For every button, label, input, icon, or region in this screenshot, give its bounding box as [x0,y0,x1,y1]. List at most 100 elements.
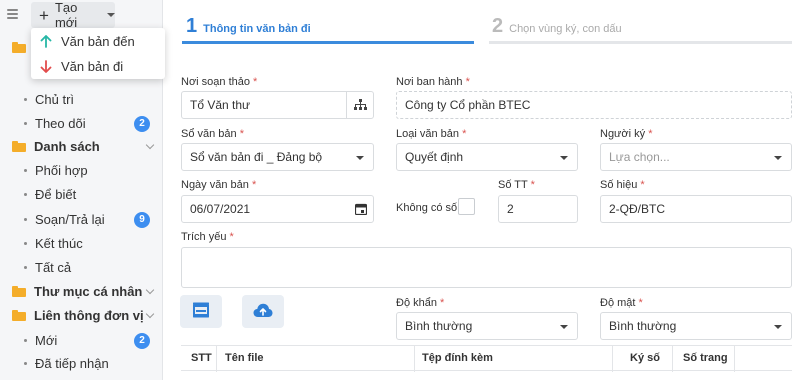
sidebar-item-phoi-hop[interactable]: Phối hợp [0,163,163,178]
create-new-button[interactable]: + Tạo mới [31,0,115,30]
step-2[interactable]: 2 Chọn vùng ký, con dấu [492,15,622,38]
sidebar-item-da-tiep-nhan[interactable]: Đã tiếp nhận [0,356,163,371]
sidebar-item-tat-ca[interactable]: Tất cả [0,260,163,275]
arrow-up-icon [39,35,53,48]
noi-ban-hanh-field[interactable]: Công ty Cổ phần BTEC [396,91,792,119]
sidebar-item-theo-doi[interactable]: Theo dõi 2 [0,115,163,132]
noi-soan-thao-label: Nơi soạn thảo * [181,76,258,88]
section-danh-sach[interactable]: Danh sách [0,139,163,154]
nguoi-ky-label: Người ký * [600,128,653,140]
field-value: Sổ văn bản đi _ Đảng bộ [190,150,323,164]
count-badge: 9 [134,211,150,228]
column-divider [216,346,217,372]
section-lien-thong-don-vi[interactable]: Liên thông đơn vị [0,308,163,323]
sidebar-item-moi[interactable]: Mới 2 [0,332,163,349]
section-thu-muc-ca-nhan[interactable]: Thư mục cá nhân [0,284,163,299]
plus-icon: + [39,5,49,25]
bullet-icon [24,362,27,365]
scan-button[interactable] [180,295,222,328]
sidebar-item-chu-tri[interactable]: Chủ trì [0,92,163,107]
do-khan-label: Độ khẩn * [396,297,445,309]
calendar-icon[interactable] [354,203,368,218]
create-new-label: Tạo mới [54,0,78,30]
column-header-ky-so: Ký số [630,352,660,364]
sidebar-item-label: Mới [35,333,58,348]
menu-item-label: Văn bản đi [61,59,124,74]
ngay-van-ban-date-input[interactable]: 06/07/2021 [181,195,374,223]
menu-icon[interactable] [7,9,18,21]
nguoi-ky-select[interactable]: Lựa chọn... [600,143,792,171]
field-value: 06/07/2021 [190,202,251,216]
bullet-icon [24,98,27,101]
chevron-down-icon [560,156,568,160]
sidebar-item-label: Kết thúc [35,236,83,251]
sidebar-item-label: Theo dõi [35,116,86,131]
step-label: Thông tin văn bản đi [203,23,311,35]
chevron-down-icon [560,325,568,329]
chevron-down-icon [145,140,155,150]
ngay-van-ban-label: Ngày văn bản * [181,179,257,191]
trich-yeu-textarea[interactable] [181,247,792,288]
column-divider [414,346,415,372]
scanner-icon [192,302,210,321]
step-number: 2 [492,15,504,37]
column-divider [612,346,613,372]
sidebar-item-label: Soạn/Trả lại [35,212,105,227]
sidebar-item-label: Chủ trì [35,92,75,107]
loai-van-ban-select[interactable]: Quyết định [396,143,578,171]
upload-button[interactable] [242,295,284,328]
folder-icon [12,286,26,297]
menu-item-incoming-document[interactable]: Văn bản đến [31,29,165,54]
chevron-down-icon [356,156,364,160]
so-hieu-label: Số hiệu * [600,179,645,191]
sidebar-item-de-biet[interactable]: Để biết [0,187,163,202]
chevron-down-icon [774,325,782,329]
sidebar-item-label: Đã tiếp nhận [35,356,109,371]
chevron-down-icon [774,156,782,160]
khong-co-so-label: Không có số [396,202,458,214]
sidebar-item-soan-tra-lai[interactable]: Soạn/Trả lại 9 [0,211,163,228]
do-khan-select[interactable]: Bình thường [396,312,578,340]
bullet-icon [24,242,27,245]
khong-co-so-checkbox[interactable] [458,198,475,215]
loai-van-ban-label: Loại văn bản * [396,128,467,140]
menu-item-outgoing-document[interactable]: Văn bản đi [31,54,165,79]
step-1[interactable]: 1 Thông tin văn bản đi [186,15,311,38]
so-tt-input[interactable]: 2 [498,195,578,223]
field-value: Tổ Văn thư [190,98,251,112]
section-title: Thư mục cá nhân [34,284,143,299]
so-hieu-input[interactable]: 2-QĐ/BTC [600,195,792,223]
step-number: 1 [186,15,198,37]
field-value: 2-QĐ/BTC [609,202,666,216]
menu-item-label: Văn bản đến [61,34,135,49]
section-title: Liên thông đơn vị [34,308,144,323]
sidebar-item-label: Để biết [35,187,77,202]
count-badge: 2 [134,115,150,132]
section-title: Danh sách [34,139,100,154]
arrow-down-icon [39,60,53,73]
chevron-down-icon [107,13,115,17]
column-header-tep-dinh-kem: Tệp đính kèm [422,352,493,364]
folder-icon [12,42,26,53]
bullet-icon [24,266,27,269]
field-value: Bình thường [609,319,677,333]
so-van-ban-select[interactable]: Sổ văn bản đi _ Đảng bộ [181,143,374,171]
folder-icon [12,310,26,321]
cloud-upload-icon [253,303,273,321]
sidebar-item-ket-thuc[interactable]: Kết thúc [0,236,163,251]
column-divider [672,346,673,372]
org-tree-icon[interactable] [346,92,373,118]
step-label: Chọn vùng ký, con dấu [509,23,622,35]
folder-icon [12,141,26,152]
so-van-ban-label: Sổ văn bản * [181,128,244,140]
attachments-table-header: STT Tên file Tệp đính kèm Ký số Số trang [181,345,792,372]
do-mat-select[interactable]: Bình thường [600,312,792,340]
column-header-so-trang: Số trang [683,352,728,364]
chevron-down-icon [145,285,155,295]
count-badge: 2 [134,332,150,349]
bullet-icon [24,193,27,196]
chevron-down-icon [145,309,155,319]
noi-soan-thao-field[interactable]: Tổ Văn thư [181,91,374,119]
bullet-icon [24,169,27,172]
column-divider [734,346,735,372]
